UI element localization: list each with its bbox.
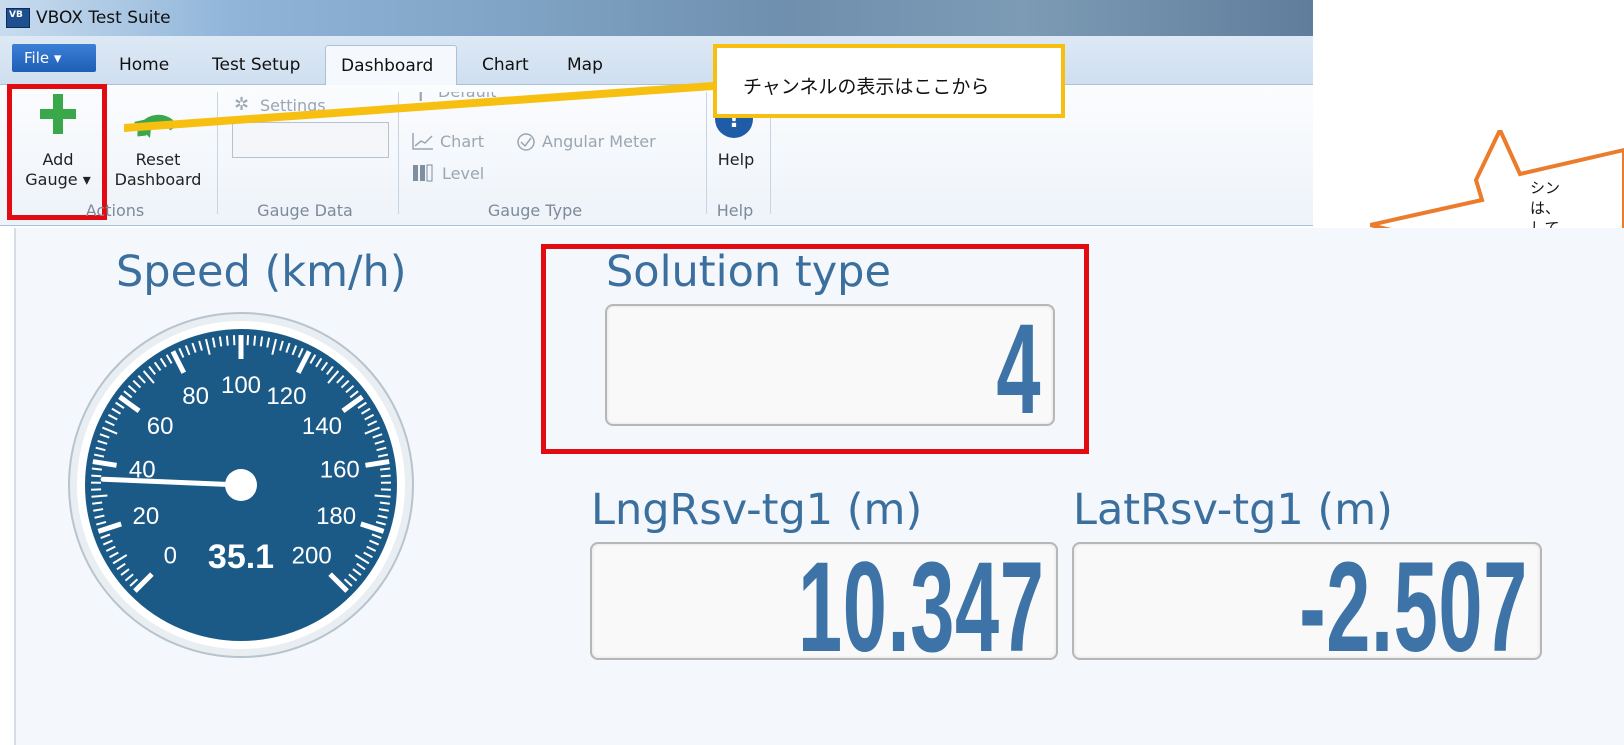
starburst-line: は、 <box>1530 199 1561 217</box>
starburst-line: シン <box>1530 179 1561 197</box>
gauge-tick-label: 180 <box>316 503 356 530</box>
speed-gauge[interactable]: 020406080 100 120140160180200 35.1 <box>66 310 416 660</box>
level-label: Level <box>442 164 485 183</box>
gauge-tick <box>225 335 229 346</box>
gauge-tick <box>380 467 391 471</box>
gauge-tick <box>91 474 102 478</box>
gauge-tick-label: 80 <box>182 383 209 410</box>
gauge-tick <box>374 494 391 498</box>
highlight-box-solution-type <box>541 244 1089 454</box>
gauge-tick <box>259 336 264 347</box>
gauge-tick <box>218 336 223 347</box>
lat-gauge-title: LatRsv-tg1 (m) <box>1073 485 1393 535</box>
gauge-tick-label: 60 <box>147 413 174 440</box>
callout-box: チャンネルの表示はここから <box>713 44 1065 118</box>
gauge-tick <box>380 474 391 478</box>
lat-value: -2.507 <box>1299 542 1528 660</box>
speed-gauge-title: Speed (km/h) <box>116 247 407 297</box>
gauge-tick <box>379 501 390 505</box>
gauge-tick-label: 120 <box>266 383 306 410</box>
lat-value-box: -2.507 <box>1072 542 1542 660</box>
gauge-tick <box>91 467 102 471</box>
gauge-tick-label: 20 <box>133 503 160 530</box>
gauge-tick <box>92 501 103 505</box>
group-label-actions: Actions <box>85 201 145 220</box>
lng-gauge-title: LngRsv-tg1 (m) <box>591 485 923 535</box>
callout-connector <box>124 82 713 132</box>
gauge-tick-label: 100 <box>221 372 261 399</box>
group-label-gauge-type: Gauge Type <box>487 201 583 220</box>
level-icon <box>413 164 433 182</box>
gauge-tick-label: 140 <box>302 413 342 440</box>
gauge-tick-label: 160 <box>320 456 360 483</box>
lng-value-box: 10.347 <box>590 542 1058 660</box>
reset-label-1: Reset <box>135 150 181 169</box>
speed-value-text: 35.1 <box>208 538 274 576</box>
group-label-gauge-data: Gauge Data <box>257 201 353 220</box>
help-label: Help <box>717 150 755 169</box>
gauge-tick <box>253 335 257 346</box>
callout-text: チャンネルの表示はここから <box>743 76 990 98</box>
gauge-tick-label: 200 <box>292 543 332 570</box>
gauge-tick-label: 0 <box>164 543 177 570</box>
reset-label-2: Dashboard <box>114 170 202 189</box>
gauge-type-level-button[interactable]: Level <box>412 162 502 186</box>
group-label-help: Help <box>716 201 754 220</box>
gauge-tick <box>91 494 108 498</box>
lng-value: 10.347 <box>797 542 1044 660</box>
